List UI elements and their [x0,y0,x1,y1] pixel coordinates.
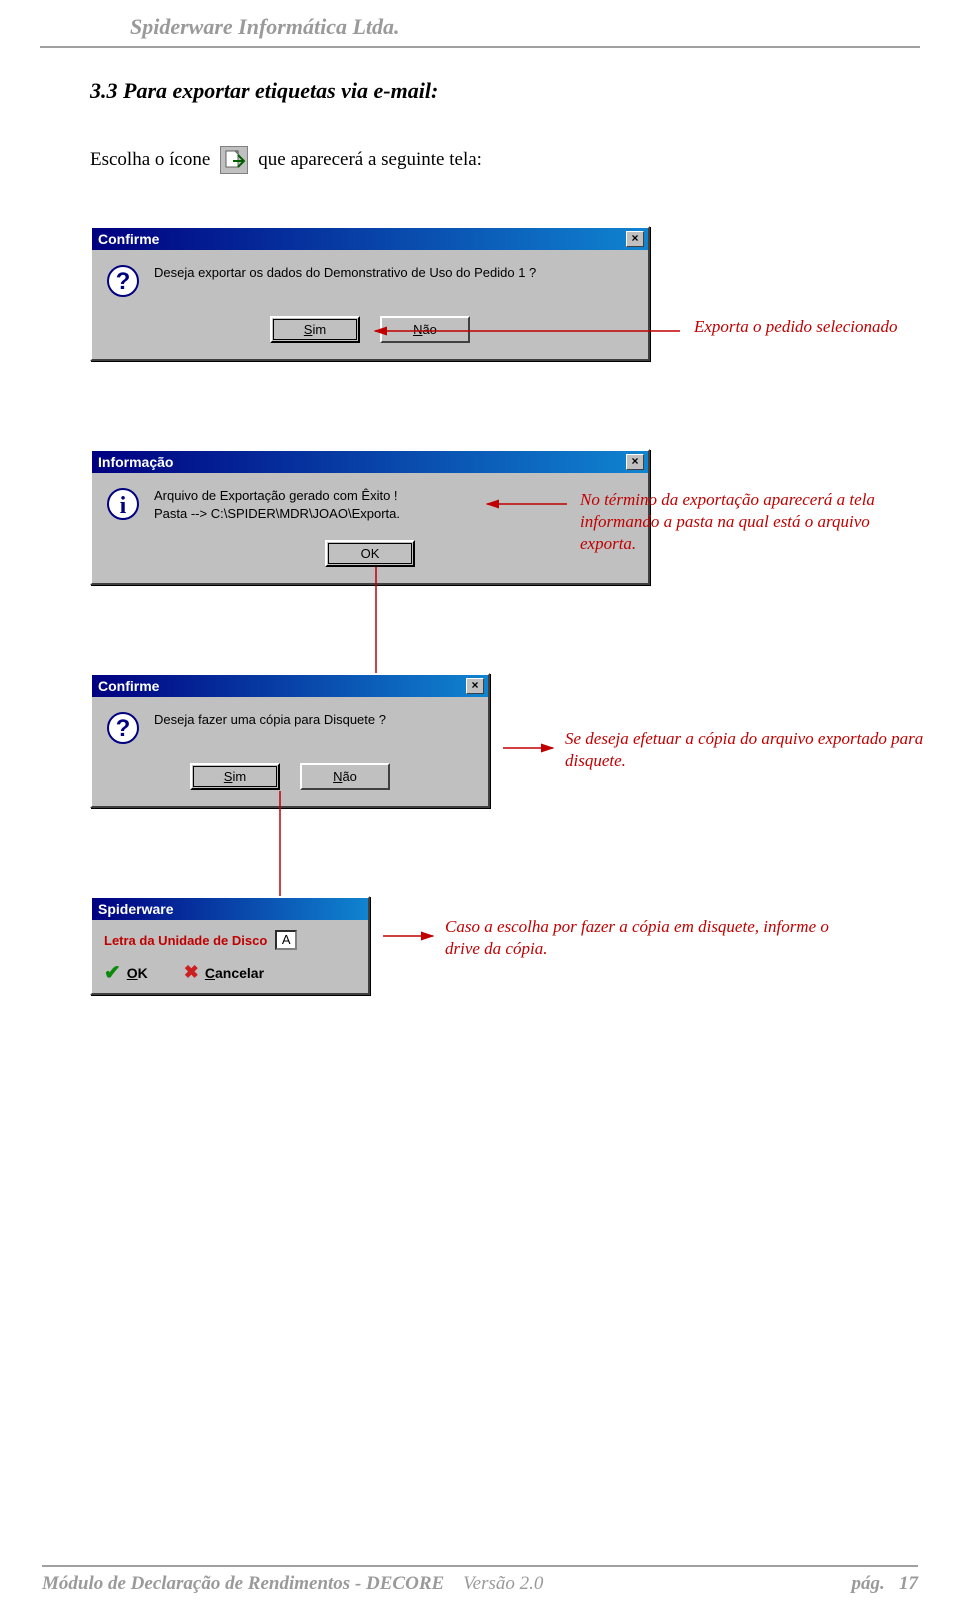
yes-label-rest2: im [232,769,246,784]
yes-label-rest: im [312,322,326,337]
dialog3-title: Confirme [98,678,159,694]
page-header: Spiderware Informática Ltda. [40,0,920,48]
intro-pre: Escolha o ícone [90,149,210,171]
ok-button[interactable]: ✔ OK [104,960,148,985]
close-icon[interactable]: × [626,454,644,470]
ok-rest: K [138,965,148,981]
footer-page-num: 17 [899,1573,918,1594]
svg-text:?: ? [116,715,131,742]
ok-button[interactable]: OK [325,540,415,567]
svg-text:?: ? [116,268,131,295]
no-label-rest2: ão [342,769,356,784]
info-icon: i [106,487,140,521]
drive-input[interactable]: A [275,930,297,950]
dialog3-message: Deseja fazer uma cópia para Disquete ? [154,711,386,729]
callout4-arrow [378,926,438,946]
close-icon[interactable]: × [466,678,484,694]
dialog2-title: Informação [98,454,173,470]
close-icon[interactable]: × [626,231,644,247]
no-label-rest: ão [422,322,436,337]
cancel-button[interactable]: ✖ Cancelar [184,960,264,985]
callout4: Caso a escolha por fazer a cópia em disq… [445,916,865,960]
callout3: Se deseja efetuar a cópia do arquivo exp… [565,728,925,772]
export-icon [220,146,248,174]
no-button[interactable]: Não [380,316,470,343]
confirm-export-dialog: Confirme × ? Deseja exportar os dados do… [90,226,650,361]
footer-page-label: pág. [852,1573,885,1594]
page-footer: Módulo de Declaração de Rendimentos - DE… [42,1565,918,1595]
cancel-rest: ancelar [215,965,264,981]
drive-dialog: Spiderware Letra da Unidade de Disco A ✔… [90,896,370,995]
intro-line: Escolha o ícone que aparecerá a seguinte… [90,146,870,174]
svg-text:i: i [120,493,127,519]
dialog2-line2: Pasta --> C:\SPIDER\MDR\JOAO\Exporta. [154,505,400,523]
info-dialog: Informação × i Arquivo de Exportação ger… [90,449,650,585]
question-icon: ? [106,264,140,298]
section-title: 3.3 Para exportar etiquetas via e-mail: [90,78,870,104]
check-icon: ✔ [104,960,121,985]
no-button[interactable]: Não [300,763,390,790]
yes-button[interactable]: Sim [270,316,360,343]
callout2: No término da exportação aparecerá a tel… [580,489,920,555]
company-name: Spiderware Informática Ltda. [130,14,400,39]
callout1: Exporta o pedido selecionado [694,316,914,338]
dialog2-line1: Arquivo de Exportação gerado com Êxito ! [154,487,400,505]
dialog1-title: Confirme [98,231,159,247]
dialog1-message: Deseja exportar os dados do Demonstrativ… [154,264,536,282]
callout3-arrow [498,738,558,758]
footer-version: Versão 2.0 [463,1573,543,1594]
drive-label: Letra da Unidade de Disco [104,933,267,948]
x-icon: ✖ [184,962,199,983]
dialog4-title: Spiderware [98,901,173,917]
question-icon: ? [106,711,140,745]
intro-post: que aparecerá a seguinte tela: [258,149,482,171]
footer-title: Módulo de Declaração de Rendimentos - DE… [42,1573,444,1594]
down-arrow2 [274,791,286,911]
confirm-disk-dialog: Confirme × ? Deseja fazer uma cópia para… [90,673,490,808]
yes-button[interactable]: Sim [190,763,280,790]
